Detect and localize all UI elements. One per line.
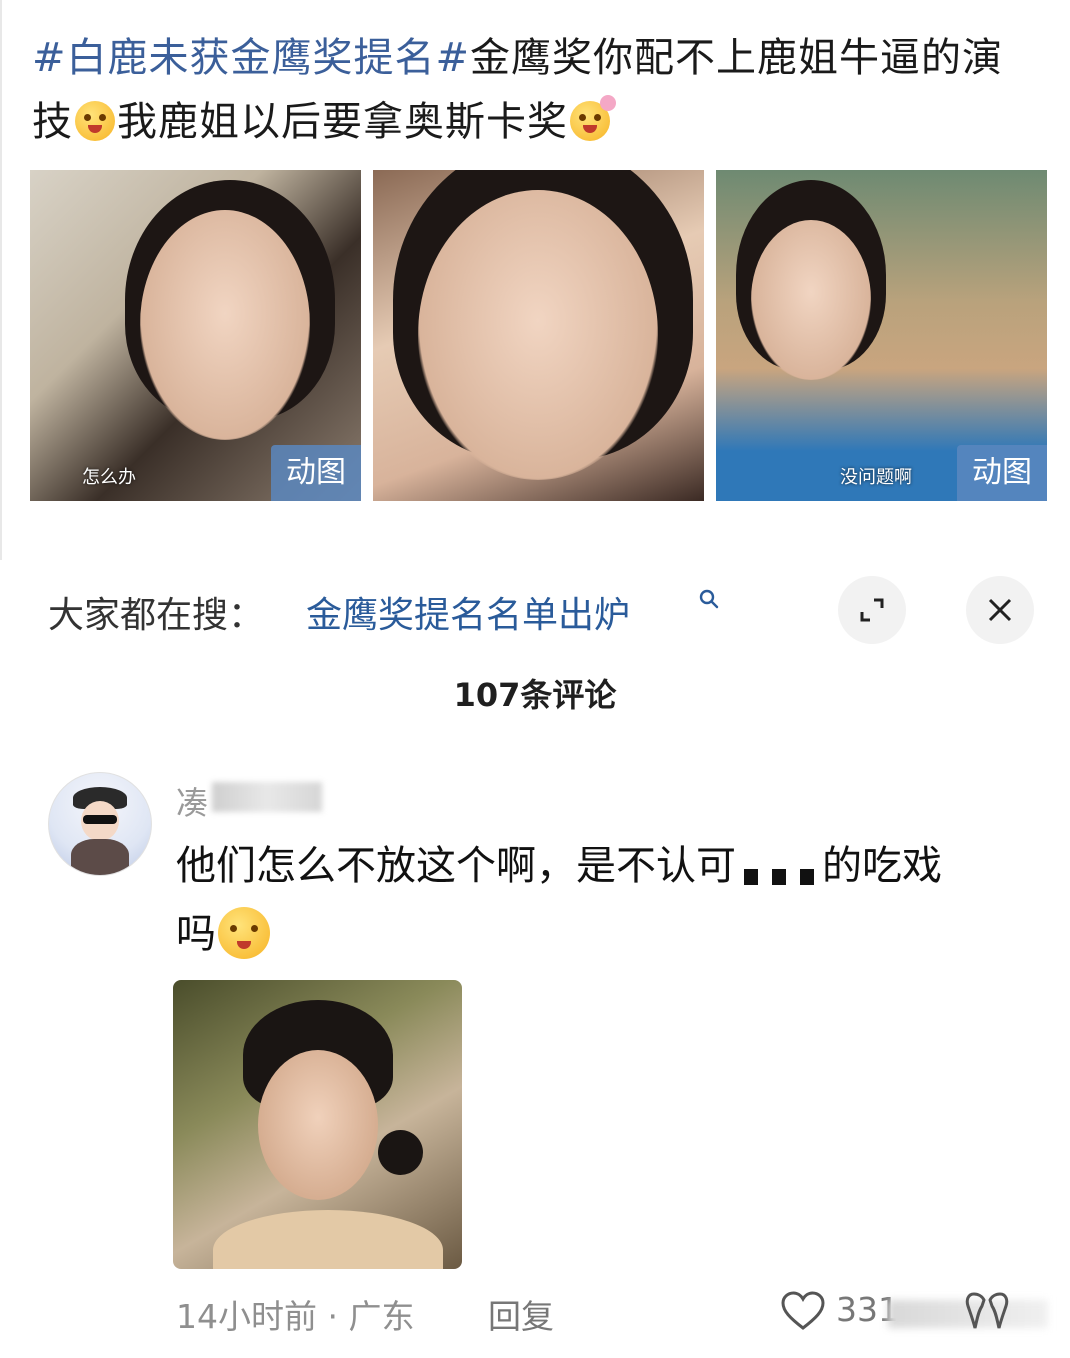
image-caption: 没问题啊	[840, 467, 912, 488]
gif-badge: 动图	[957, 445, 1047, 501]
trending-search-label: 大家都在搜：	[48, 595, 265, 636]
username-redaction	[212, 782, 322, 812]
comment-meta-row: 14小时前 · 广东 回复 331	[176, 1286, 1056, 1336]
search-icon	[698, 588, 720, 616]
grin-emoji-icon	[75, 101, 115, 141]
post-text-part2: 我鹿姐以后要拿奥斯卡奖	[117, 99, 568, 145]
expand-button[interactable]	[838, 576, 906, 644]
trending-search-bar: 大家都在搜： 金鹰奖提名名单出炉	[48, 576, 1048, 644]
post-card: #白鹿未获金鹰奖提名#金鹰奖你配不上鹿姐牛逼的演技 我鹿姐以后要拿奥斯卡奖 怎么办…	[0, 0, 1070, 560]
trending-search-link[interactable]: 金鹰奖提名名单出炉	[306, 586, 630, 638]
dislike-icon[interactable]	[964, 1290, 1010, 1336]
comment-count-header: 107条评论	[453, 676, 617, 714]
comment-text: 他们怎么不放这个啊，是不认可 的吃戏吗	[176, 832, 1036, 968]
comment-image[interactable]	[173, 980, 462, 1269]
close-button[interactable]	[966, 576, 1034, 644]
post-hashtag[interactable]: #白鹿未获金鹰奖提名#	[32, 35, 470, 81]
post-image-gallery: 怎么办 动图 没问题啊 动图	[30, 170, 1047, 502]
expand-icon	[860, 598, 884, 622]
redacted-text	[736, 845, 822, 885]
gif-badge: 动图	[271, 445, 361, 501]
comment-time-location: 14小时前 · 广东	[176, 1297, 415, 1336]
post-image-3[interactable]: 没问题啊 动图	[716, 170, 1047, 501]
avatar[interactable]	[48, 772, 152, 876]
heart-icon[interactable]	[780, 1290, 826, 1336]
post-image-2[interactable]	[373, 170, 704, 501]
close-icon	[988, 598, 1012, 622]
comment-text-after: 的吃戏	[822, 843, 942, 889]
image-caption: 怎么办	[82, 467, 136, 488]
flower-emoji-icon	[570, 95, 616, 141]
post-text: #白鹿未获金鹰奖提名#金鹰奖你配不上鹿姐牛逼的演技 我鹿姐以后要拿奥斯卡奖	[32, 26, 1042, 154]
comment-text-end: 吗	[176, 911, 216, 957]
thinking-emoji-icon	[218, 907, 270, 959]
comment-username[interactable]: 凑	[176, 778, 208, 824]
comment-text-before: 他们怎么不放这个啊，是不认可	[176, 843, 736, 889]
reply-button[interactable]: 回复	[488, 1290, 554, 1338]
post-image-1[interactable]: 怎么办 动图	[30, 170, 361, 501]
